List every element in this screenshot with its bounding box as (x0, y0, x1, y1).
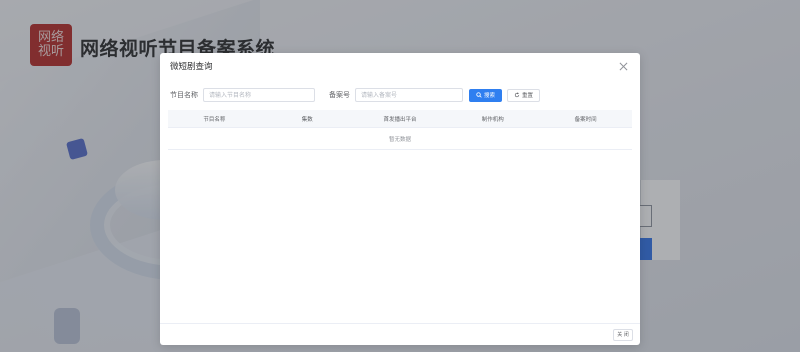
program-name-label: 节目名称 (170, 91, 198, 99)
search-button-label: 搜索 (484, 93, 496, 99)
column-header-program-name[interactable]: 节目名称 (168, 115, 261, 123)
reset-button-label: 重置 (522, 93, 534, 99)
dialog-title: 微短剧查询 (170, 62, 213, 72)
record-no-label: 备案号 (329, 91, 350, 99)
column-header-episodes[interactable]: 集数 (261, 115, 354, 123)
close-icon[interactable] (616, 59, 630, 73)
search-icon (476, 92, 482, 98)
close-icon-glyph (619, 62, 627, 70)
column-header-record-time[interactable]: 备案时间 (539, 115, 632, 123)
reset-button[interactable]: 重置 (507, 88, 540, 102)
close-button[interactable]: 关 闭 (613, 328, 633, 341)
short-drama-query-dialog: 微短剧查询 节目名称 备案号 搜索 重置 节目名称 (160, 53, 640, 345)
table-header: 节目名称 集数 首发播出平台 制作机构 备案时间 (168, 110, 632, 128)
dialog-footer: 关 闭 (160, 323, 640, 345)
table-empty-text: 暂无数据 (168, 128, 632, 150)
column-header-producer[interactable]: 制作机构 (446, 115, 539, 123)
program-name-input[interactable] (203, 88, 315, 102)
refresh-icon (514, 92, 520, 98)
record-no-input[interactable] (355, 88, 463, 102)
filter-row: 节目名称 备案号 搜索 重置 (170, 87, 630, 103)
dialog-header: 微短剧查询 (160, 53, 640, 79)
results-table: 节目名称 集数 首发播出平台 制作机构 备案时间 暂无数据 (168, 110, 632, 150)
column-header-platform[interactable]: 首发播出平台 (354, 115, 447, 123)
search-button[interactable]: 搜索 (469, 88, 502, 102)
